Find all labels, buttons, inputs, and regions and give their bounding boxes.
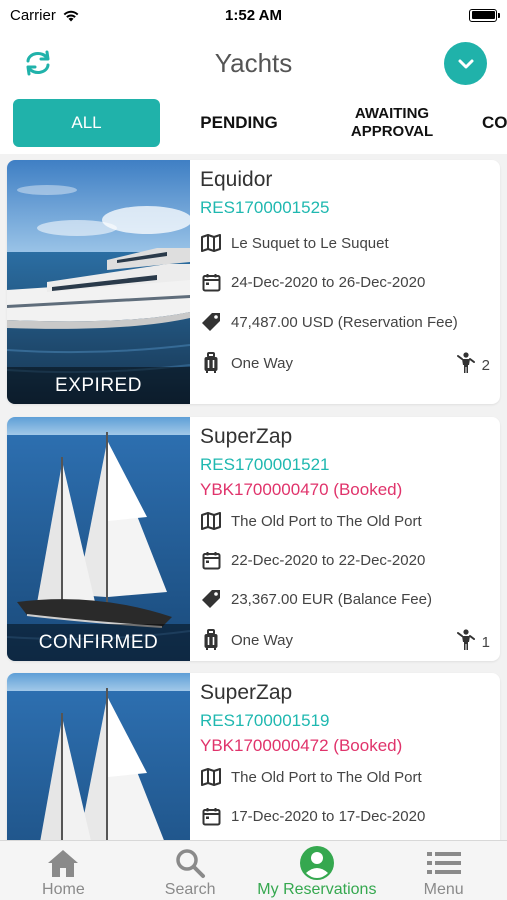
luggage-icon [200, 352, 222, 374]
date-range-text: 24-Dec-2020 to 26-Dec-2020 [231, 273, 426, 291]
tab-label: My Reservations [257, 881, 377, 898]
trip-type-text: One Way [231, 631, 293, 649]
price-tag-icon [200, 311, 222, 333]
tab-label: Search [164, 881, 216, 898]
fee-text: 23,367.00 EUR (Balance Fee) [231, 590, 432, 608]
passenger-count: 2 [481, 356, 490, 374]
filter-tabs: ALL PENDING AWAITING APPROVAL CO [0, 94, 507, 154]
battery-icon [469, 8, 500, 22]
carrier-label: Carrier [10, 6, 56, 24]
luggage-icon [200, 629, 222, 651]
tab-all[interactable]: ALL [13, 99, 160, 147]
calendar-icon [200, 805, 222, 827]
route-text: Le Suquet to Le Suquet [231, 234, 389, 252]
route-text: The Old Port to The Old Port [231, 768, 422, 786]
home-icon [46, 845, 80, 881]
reservation-list[interactable]: EXPIRED Equidor RES1700001525 Le Suquet … [0, 158, 507, 840]
reservation-card[interactable]: SuperZap RES1700001519 YBK1700000472 (Bo… [7, 673, 500, 840]
booking-id: YBK1700000470 (Booked) [200, 480, 403, 499]
reservation-id: RES1700001519 [200, 711, 330, 730]
passenger-icon [456, 352, 476, 378]
search-icon [174, 845, 206, 881]
yacht-name: SuperZap [200, 425, 293, 448]
bottom-tab-bar: Home Search My Reservations Menu [0, 840, 507, 900]
yacht-name: SuperZap [200, 681, 293, 704]
sailing-yacht-image: CONFIRMED [7, 417, 190, 661]
date-range-text: 22-Dec-2020 to 22-Dec-2020 [231, 551, 426, 569]
calendar-icon [200, 549, 222, 571]
tab-menu[interactable]: Menu [380, 841, 507, 900]
reservation-id: RES1700001521 [200, 455, 330, 474]
yacht-name: Equidor [200, 168, 273, 191]
map-icon [200, 510, 222, 532]
price-tag-icon [200, 588, 222, 610]
reservation-id: RES1700001525 [200, 198, 330, 217]
tab-my-reservations[interactable]: My Reservations [254, 841, 381, 900]
tab-confirmed[interactable]: CO [482, 99, 507, 147]
route-text: The Old Port to The Old Port [231, 512, 422, 530]
profile-icon [299, 845, 335, 881]
passenger-icon [456, 629, 476, 655]
map-icon [200, 232, 222, 254]
menu-icon [426, 845, 462, 881]
nav-bar: Yachts [0, 30, 507, 94]
tab-label: Home [42, 881, 85, 898]
reservation-card[interactable]: CONFIRMED SuperZap RES1700001521 YBK1700… [7, 417, 500, 661]
dropdown-button[interactable] [444, 42, 487, 85]
booking-id: YBK1700000472 (Booked) [200, 736, 403, 755]
status-badge: EXPIRED [7, 367, 190, 404]
tab-label: Menu [423, 881, 464, 898]
motor-yacht-image: EXPIRED [7, 160, 190, 404]
trip-type-text: One Way [231, 354, 293, 372]
reservation-card[interactable]: EXPIRED Equidor RES1700001525 Le Suquet … [7, 160, 500, 404]
tab-pending[interactable]: PENDING [180, 99, 298, 147]
status-bar: Carrier 1:52 AM [0, 0, 507, 30]
map-icon [200, 766, 222, 788]
tab-awaiting-approval[interactable]: AWAITING APPROVAL [330, 99, 454, 147]
sailing-yacht-image [7, 673, 190, 840]
page-title: Yachts [214, 48, 293, 78]
tab-search[interactable]: Search [127, 841, 254, 900]
passenger-count: 1 [481, 633, 490, 651]
status-badge: CONFIRMED [7, 624, 190, 661]
calendar-icon [200, 271, 222, 293]
wifi-icon [63, 10, 79, 21]
tab-home[interactable]: Home [0, 841, 127, 900]
chevron-down-icon [458, 59, 473, 68]
date-range-text: 17-Dec-2020 to 17-Dec-2020 [231, 807, 426, 825]
fee-text: 47,487.00 USD (Reservation Fee) [231, 313, 458, 331]
